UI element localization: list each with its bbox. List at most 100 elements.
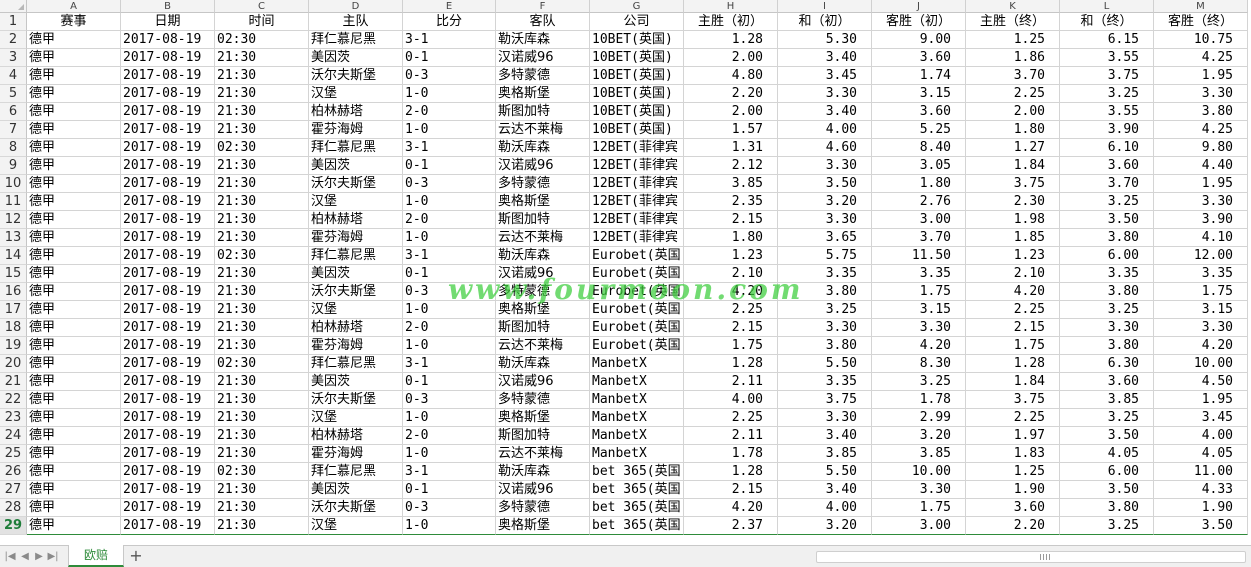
table-cell[interactable]: 3.30 bbox=[872, 319, 966, 337]
table-cell[interactable]: 1-0 bbox=[403, 85, 496, 103]
table-cell[interactable]: ManbetX bbox=[590, 355, 684, 373]
table-cell[interactable]: 3.70 bbox=[872, 229, 966, 247]
table-cell[interactable]: 4.00 bbox=[778, 499, 872, 517]
next-sheet-icon[interactable]: ▶ bbox=[33, 551, 45, 563]
table-cell[interactable]: 3.90 bbox=[1060, 121, 1154, 139]
table-cell[interactable]: 10BET(英国) bbox=[590, 121, 684, 139]
table-cell[interactable]: 3.60 bbox=[872, 103, 966, 121]
table-cell[interactable]: 德甲 bbox=[27, 193, 121, 211]
table-cell[interactable]: 2.15 bbox=[684, 319, 778, 337]
table-cell[interactable]: 2017-08-19 bbox=[121, 391, 215, 409]
table-cell[interactable]: 2017-08-19 bbox=[121, 85, 215, 103]
table-cell[interactable]: 美因茨 bbox=[309, 481, 403, 499]
table-cell[interactable]: 勒沃库森 bbox=[496, 31, 590, 49]
table-cell[interactable]: 德甲 bbox=[27, 499, 121, 517]
table-cell[interactable]: ManbetX bbox=[590, 409, 684, 427]
table-cell[interactable]: 汉堡 bbox=[309, 85, 403, 103]
table-cell[interactable]: 云达不莱梅 bbox=[496, 229, 590, 247]
table-cell[interactable]: 3.30 bbox=[1060, 319, 1154, 337]
table-cell[interactable]: 10.00 bbox=[1154, 355, 1248, 373]
table-cell[interactable]: 3.70 bbox=[1060, 175, 1154, 193]
table-cell[interactable]: 4.20 bbox=[966, 283, 1060, 301]
column-title-cell[interactable]: 主队 bbox=[309, 13, 403, 31]
table-cell[interactable]: 3.35 bbox=[872, 265, 966, 283]
row-header-25[interactable]: 25 bbox=[0, 445, 27, 463]
table-cell[interactable]: 勒沃库森 bbox=[496, 247, 590, 265]
table-cell[interactable]: 21:30 bbox=[215, 499, 309, 517]
table-cell[interactable]: 02:30 bbox=[215, 31, 309, 49]
table-cell[interactable]: 2017-08-19 bbox=[121, 463, 215, 481]
table-cell[interactable]: 2.30 bbox=[966, 193, 1060, 211]
table-cell[interactable]: 2017-08-19 bbox=[121, 157, 215, 175]
table-cell[interactable]: 柏林赫塔 bbox=[309, 211, 403, 229]
table-cell[interactable]: 德甲 bbox=[27, 247, 121, 265]
table-cell[interactable]: 3.55 bbox=[1060, 49, 1154, 67]
table-cell[interactable]: 3.30 bbox=[1154, 319, 1248, 337]
column-header-b[interactable]: B bbox=[121, 0, 215, 13]
table-cell[interactable]: 4.40 bbox=[1154, 157, 1248, 175]
table-cell[interactable]: 3.30 bbox=[778, 157, 872, 175]
table-cell[interactable]: 2017-08-19 bbox=[121, 247, 215, 265]
table-cell[interactable]: 1.90 bbox=[1154, 499, 1248, 517]
table-cell[interactable]: 3.20 bbox=[872, 427, 966, 445]
table-cell[interactable]: 1.75 bbox=[872, 499, 966, 517]
table-cell[interactable]: 2.15 bbox=[684, 481, 778, 499]
table-cell[interactable]: 1-0 bbox=[403, 229, 496, 247]
table-cell[interactable]: 10.75 bbox=[1154, 31, 1248, 49]
table-cell[interactable]: 斯图加特 bbox=[496, 211, 590, 229]
table-cell[interactable]: 美因茨 bbox=[309, 373, 403, 391]
table-cell[interactable]: 3.80 bbox=[1060, 283, 1154, 301]
table-cell[interactable]: 4.33 bbox=[1154, 481, 1248, 499]
table-cell[interactable]: 1.28 bbox=[684, 31, 778, 49]
table-cell[interactable]: 2017-08-19 bbox=[121, 49, 215, 67]
table-cell[interactable]: 3.80 bbox=[1060, 229, 1154, 247]
table-cell[interactable]: 2.25 bbox=[966, 301, 1060, 319]
table-cell[interactable]: 德甲 bbox=[27, 229, 121, 247]
table-cell[interactable]: 1.95 bbox=[1154, 391, 1248, 409]
table-cell[interactable]: 3.25 bbox=[1060, 301, 1154, 319]
column-title-cell[interactable]: 客队 bbox=[496, 13, 590, 31]
table-cell[interactable]: 5.30 bbox=[778, 31, 872, 49]
column-header-f[interactable]: F bbox=[496, 0, 590, 13]
table-cell[interactable]: 3.80 bbox=[1154, 103, 1248, 121]
table-cell[interactable]: 3-1 bbox=[403, 31, 496, 49]
table-cell[interactable]: 1-0 bbox=[403, 517, 496, 535]
table-cell[interactable]: 2017-08-19 bbox=[121, 373, 215, 391]
table-cell[interactable]: 8.40 bbox=[872, 139, 966, 157]
table-cell[interactable]: 1.28 bbox=[684, 355, 778, 373]
row-header-16[interactable]: 16 bbox=[0, 283, 27, 301]
table-cell[interactable]: 奥格斯堡 bbox=[496, 193, 590, 211]
table-cell[interactable]: 0-3 bbox=[403, 391, 496, 409]
table-cell[interactable]: 沃尔夫斯堡 bbox=[309, 391, 403, 409]
table-cell[interactable]: 云达不莱梅 bbox=[496, 337, 590, 355]
table-cell[interactable]: 2017-08-19 bbox=[121, 31, 215, 49]
table-cell[interactable]: 2.20 bbox=[966, 517, 1060, 535]
table-cell[interactable]: 21:30 bbox=[215, 85, 309, 103]
table-cell[interactable]: 3.50 bbox=[1060, 211, 1154, 229]
table-cell[interactable]: 3.35 bbox=[1154, 265, 1248, 283]
table-cell[interactable]: 3.25 bbox=[1060, 85, 1154, 103]
table-cell[interactable]: 沃尔夫斯堡 bbox=[309, 175, 403, 193]
table-cell[interactable]: 沃尔夫斯堡 bbox=[309, 499, 403, 517]
table-cell[interactable]: Eurobet(英国 bbox=[590, 319, 684, 337]
table-cell[interactable]: 3.30 bbox=[1154, 85, 1248, 103]
horizontal-scrollbar-thumb[interactable] bbox=[816, 551, 1246, 563]
prev-sheet-icon[interactable]: ◀ bbox=[19, 551, 31, 563]
table-cell[interactable]: 2.25 bbox=[966, 409, 1060, 427]
table-cell[interactable]: 3.50 bbox=[1060, 481, 1154, 499]
table-cell[interactable]: 2-0 bbox=[403, 211, 496, 229]
table-cell[interactable]: 3.15 bbox=[872, 301, 966, 319]
table-cell[interactable]: 德甲 bbox=[27, 337, 121, 355]
table-cell[interactable]: 3.05 bbox=[872, 157, 966, 175]
table-cell[interactable]: 柏林赫塔 bbox=[309, 427, 403, 445]
table-cell[interactable]: 拜仁慕尼黑 bbox=[309, 247, 403, 265]
row-header-5[interactable]: 5 bbox=[0, 85, 27, 103]
table-cell[interactable]: 德甲 bbox=[27, 355, 121, 373]
table-cell[interactable]: 柏林赫塔 bbox=[309, 319, 403, 337]
table-cell[interactable]: 2017-08-19 bbox=[121, 301, 215, 319]
table-cell[interactable]: 2.15 bbox=[684, 211, 778, 229]
table-cell[interactable]: 2017-08-19 bbox=[121, 121, 215, 139]
table-cell[interactable]: 1-0 bbox=[403, 337, 496, 355]
table-cell[interactable]: 2.12 bbox=[684, 157, 778, 175]
column-header-a[interactable]: A bbox=[27, 0, 121, 13]
